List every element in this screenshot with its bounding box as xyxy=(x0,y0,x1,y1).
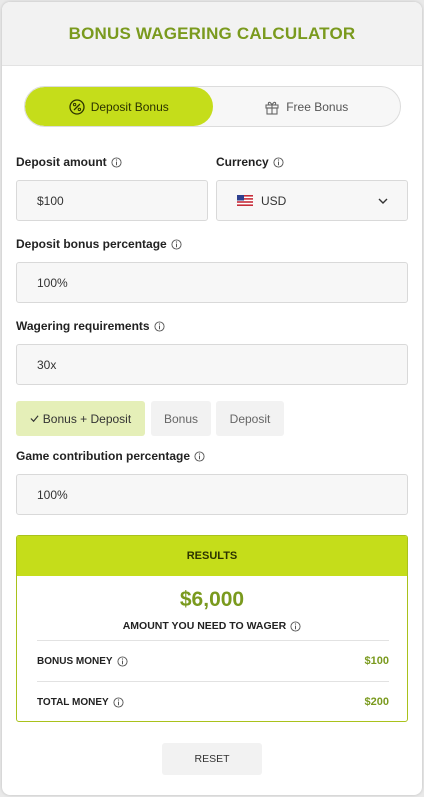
total-money-label: TOTAL MONEY xyxy=(37,696,109,708)
currency-select[interactable]: USD xyxy=(216,180,408,221)
info-icon[interactable] xyxy=(273,156,284,168)
bonus-money-value: $100 xyxy=(364,655,389,667)
wager-on-deposit-button[interactable]: Deposit xyxy=(216,401,284,436)
game-contribution-label-text: Game contribution percentage xyxy=(16,449,191,463)
total-money-value: $200 xyxy=(364,696,389,708)
deposit-bonus-label: Deposit Bonus xyxy=(90,99,169,114)
calculator-card: BONUS WAGERING CALCULATOR Deposit Bonus … xyxy=(2,2,422,795)
wagering-label: Wagering requirements xyxy=(16,318,165,334)
game-contribution-label: Game contribution percentage xyxy=(16,448,205,464)
deposit-bonus-tab[interactable]: Deposit Bonus xyxy=(25,87,213,126)
info-icon[interactable] xyxy=(194,450,205,462)
wagering-label-text: Wagering requirements xyxy=(16,319,150,333)
info-icon[interactable] xyxy=(154,320,165,332)
bonus-money-row: BONUS MONEY $100 xyxy=(37,640,389,681)
bonus-money-key: BONUS MONEY xyxy=(37,656,128,667)
total-money-row: TOTAL MONEY $200 xyxy=(37,681,389,721)
currency-label-text: Currency xyxy=(216,155,269,169)
info-icon[interactable] xyxy=(111,156,122,168)
deposit-amount-input[interactable] xyxy=(37,193,207,208)
percent-icon xyxy=(69,98,85,115)
info-icon[interactable] xyxy=(117,655,128,667)
wager-on-deposit-label: Deposit xyxy=(229,411,271,426)
wagering-input[interactable] xyxy=(37,357,407,372)
wager-on-bonus-deposit-button[interactable]: Bonus + Deposit xyxy=(16,401,145,436)
bonus-percentage-label-text: Deposit bonus percentage xyxy=(16,237,167,251)
currency-label: Currency xyxy=(216,154,284,170)
check-icon xyxy=(30,415,39,423)
bonus-percentage-input[interactable] xyxy=(37,275,407,290)
us-flag-icon xyxy=(237,195,253,206)
results-header: RESULTS xyxy=(17,536,407,576)
chevron-down-icon xyxy=(378,198,388,204)
bonus-type-toggle: Deposit Bonus Free Bonus xyxy=(24,86,401,127)
bonus-percentage-label: Deposit bonus percentage xyxy=(16,236,182,252)
deposit-amount-label: Deposit amount xyxy=(16,154,122,170)
currency-value: USD xyxy=(261,193,287,208)
info-icon[interactable] xyxy=(113,696,124,708)
info-icon[interactable] xyxy=(171,238,182,250)
page-title: BONUS WAGERING CALCULATOR xyxy=(68,23,356,43)
wager-amount-caption: AMOUNT YOU NEED TO WAGER xyxy=(17,620,407,632)
bonus-percentage-field[interactable] xyxy=(16,262,408,303)
wagering-field[interactable] xyxy=(16,344,408,385)
free-bonus-label: Free Bonus xyxy=(286,99,349,114)
wager-amount: $6,000 xyxy=(179,588,245,611)
gift-icon xyxy=(265,101,279,115)
game-contribution-input[interactable] xyxy=(37,487,407,502)
wager-on-bonus-deposit-label: Bonus + Deposit xyxy=(42,411,132,426)
reset-button[interactable]: RESET xyxy=(162,743,262,775)
results-panel: RESULTS $6,000 AMOUNT YOU NEED TO WAGER … xyxy=(16,535,408,722)
wager-amount-caption-text: AMOUNT YOU NEED TO WAGER xyxy=(122,620,287,632)
wager-on-bonus-label: Bonus xyxy=(163,411,199,426)
calculator-header: BONUS WAGERING CALCULATOR xyxy=(2,2,422,66)
bonus-money-label: BONUS MONEY xyxy=(37,655,113,667)
info-icon[interactable] xyxy=(290,620,301,632)
deposit-amount-field[interactable] xyxy=(16,180,208,221)
wager-on-bonus-button[interactable]: Bonus xyxy=(151,401,211,436)
deposit-amount-label-text: Deposit amount xyxy=(16,155,107,169)
total-money-key: TOTAL MONEY xyxy=(37,697,124,708)
free-bonus-tab[interactable]: Free Bonus xyxy=(213,87,401,126)
game-contribution-field[interactable] xyxy=(16,474,408,515)
